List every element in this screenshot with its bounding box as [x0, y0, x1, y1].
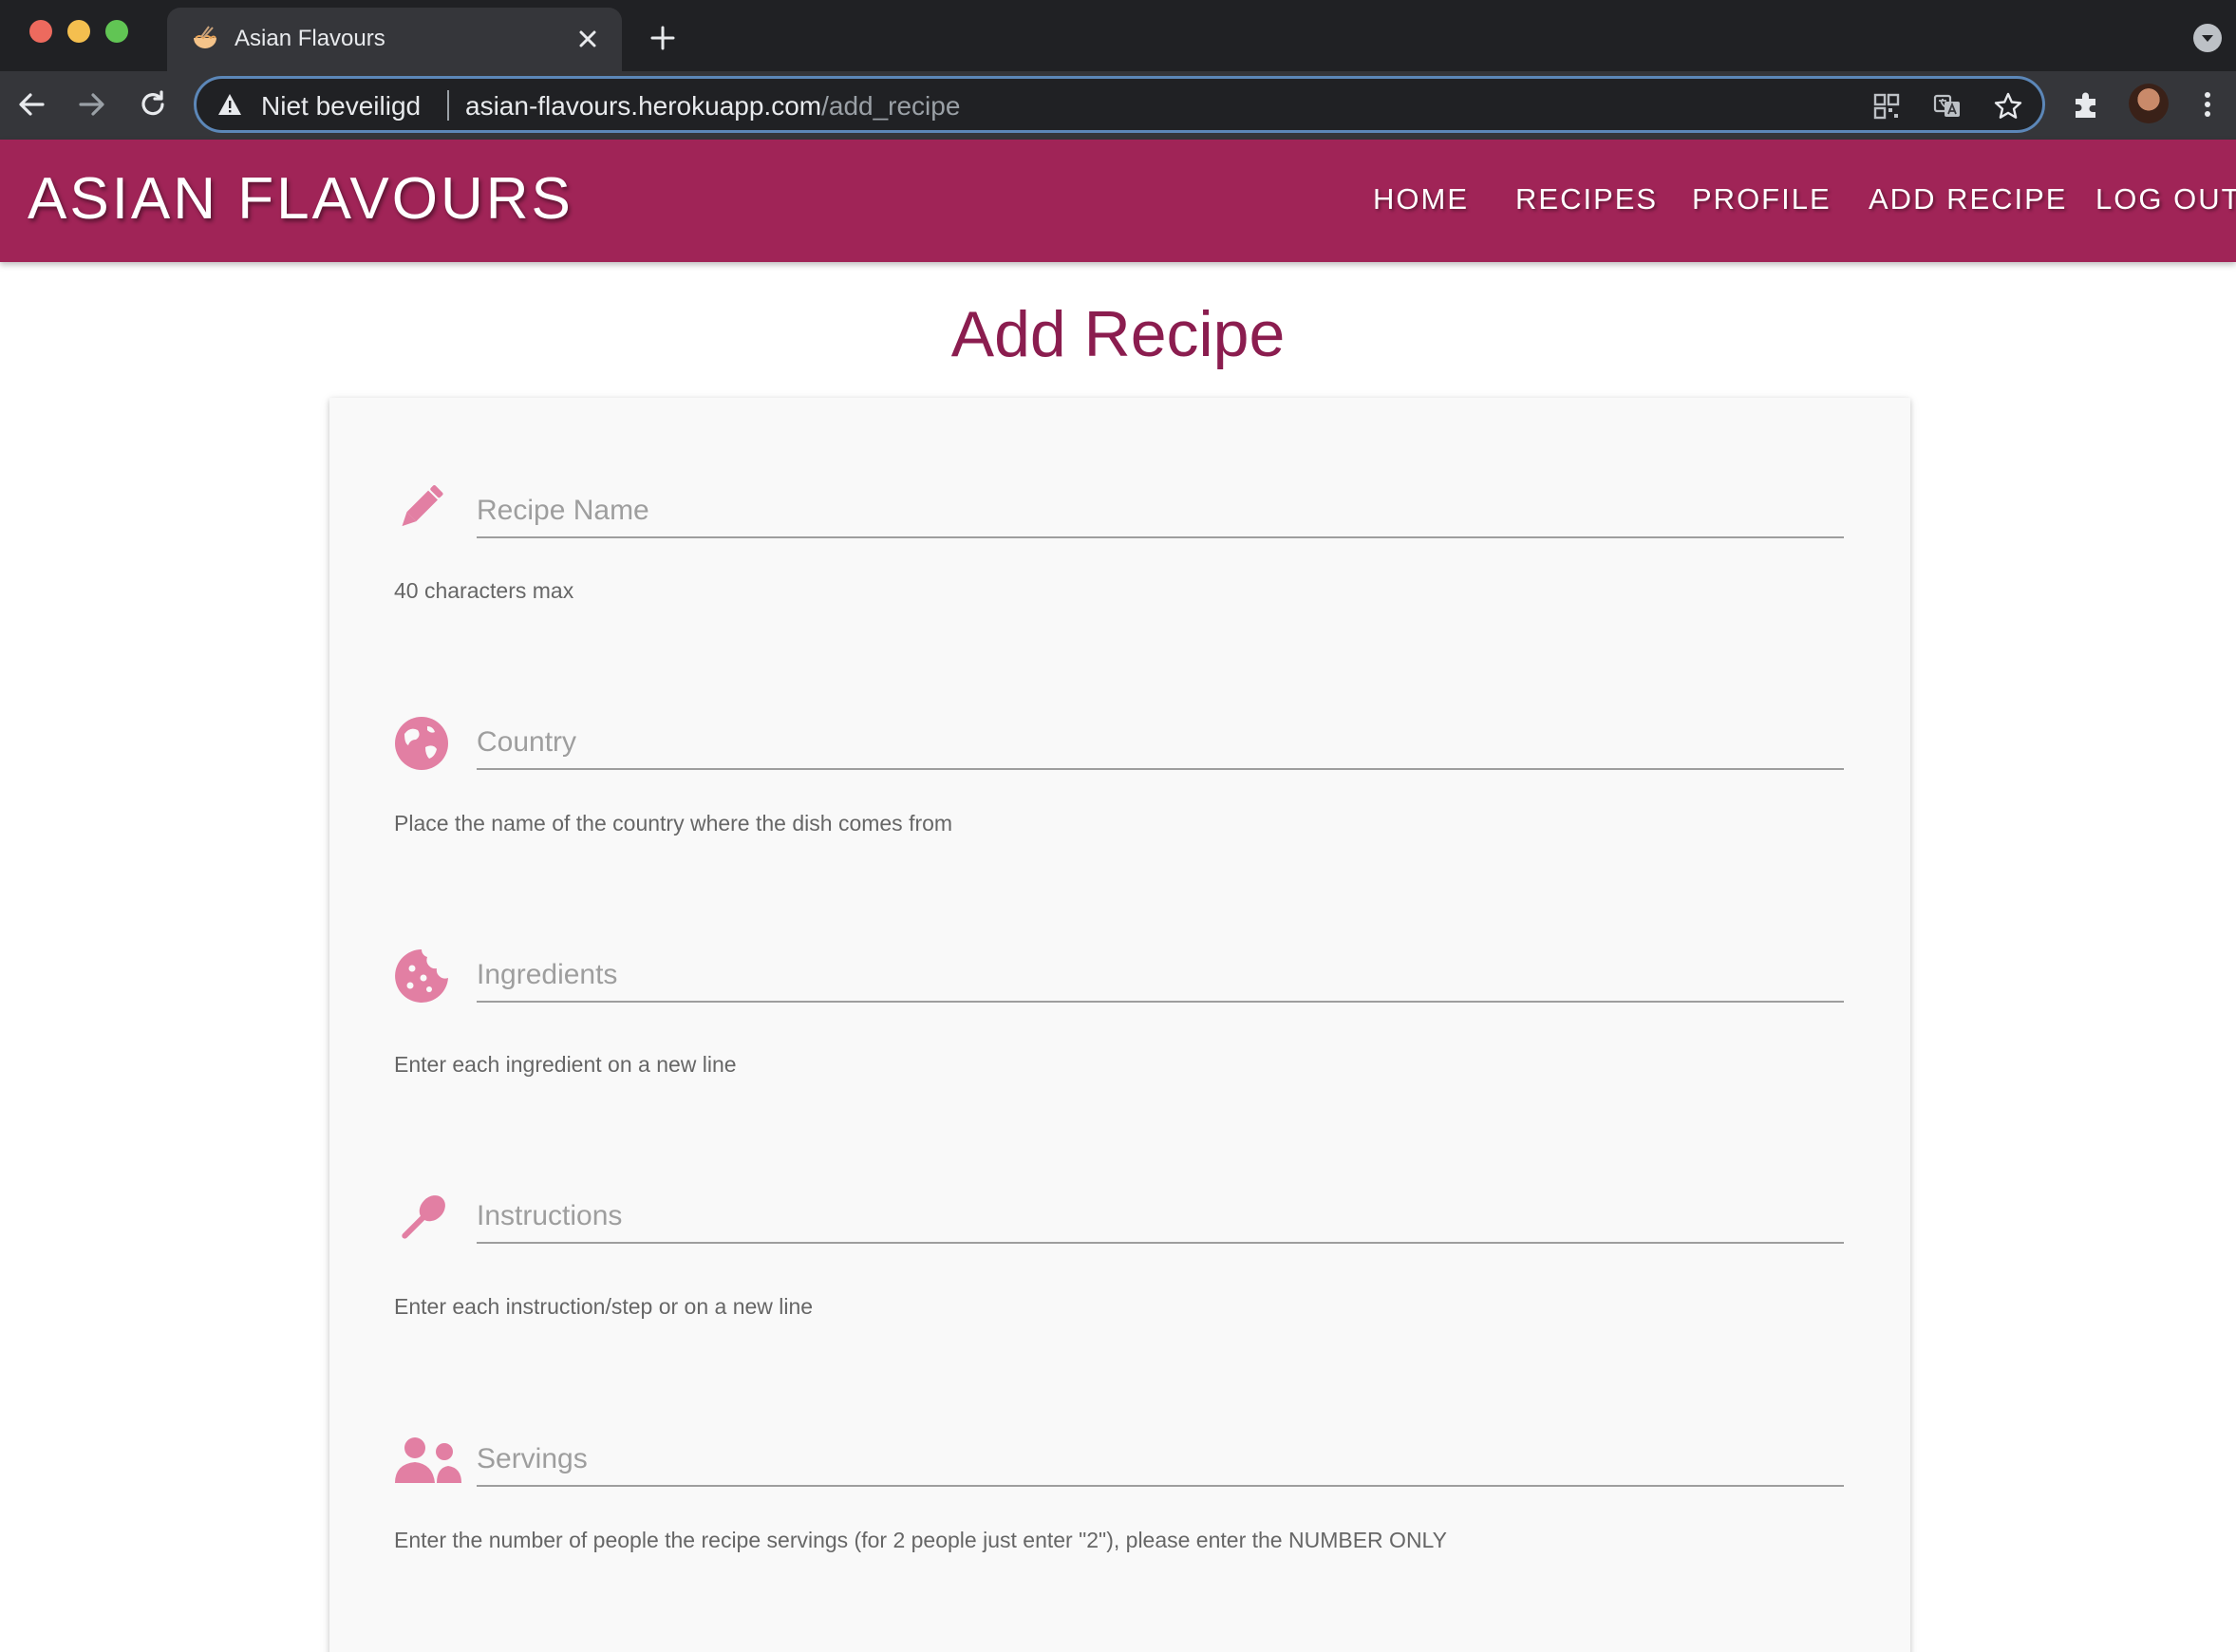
chevron-down-icon	[2202, 35, 2213, 42]
address-separator	[447, 90, 449, 121]
page-title: Add Recipe	[950, 298, 1286, 370]
back-arrow-icon[interactable]	[14, 87, 48, 122]
reload-icon[interactable]	[136, 87, 170, 122]
country-input[interactable]	[477, 717, 1844, 770]
new-tab-icon[interactable]	[649, 25, 676, 51]
minimize-window-button[interactable]	[67, 20, 90, 43]
extensions-puzzle-icon[interactable]	[2070, 87, 2104, 122]
maximize-window-button[interactable]	[105, 20, 128, 43]
warning-icon[interactable]	[217, 93, 242, 116]
close-tab-icon[interactable]	[575, 27, 600, 51]
spoon-icon	[402, 1195, 445, 1239]
users-icon	[395, 1437, 461, 1483]
forward-arrow-icon[interactable]	[75, 87, 109, 122]
nav-link-recipes[interactable]: RECIPES	[1515, 182, 1658, 216]
servings-helper: Enter the number of people the recipe se…	[394, 1528, 1447, 1552]
nav-link-add-recipe[interactable]: ADD RECIPE	[1869, 182, 2067, 216]
globe-icon	[395, 717, 448, 770]
servings-input[interactable]	[477, 1434, 1844, 1487]
address-bar[interactable]: Niet beveiligd asian-flavours.herokuapp.…	[194, 76, 2045, 133]
bookmark-star-icon[interactable]	[1993, 91, 2023, 122]
tab-search-button[interactable]	[2193, 24, 2222, 52]
translate-icon[interactable]	[1932, 91, 1963, 122]
browser-tab-bar: Asian Flavours	[0, 0, 2236, 71]
security-status[interactable]: Niet beveiligd	[261, 91, 421, 122]
site-logo[interactable]: ASIAN FLAVOURS	[28, 165, 573, 233]
tab-title: Asian Flavours	[235, 26, 385, 51]
browser-tab-active[interactable]: Asian Flavours	[167, 8, 622, 71]
site-navbar: ASIAN FLAVOURS HOME RECIPES PROFILE ADD …	[0, 140, 2236, 262]
recipe-name-helper: 40 characters max	[394, 578, 574, 603]
nav-link-home[interactable]: HOME	[1373, 182, 1469, 216]
add-recipe-form: 40 characters max Place the name of the …	[329, 398, 1910, 1652]
more-menu-icon[interactable]	[2190, 87, 2225, 122]
url-host: asian-flavours.herokuapp.com	[465, 91, 822, 121]
instructions-helper: Enter each instruction/step or on a new …	[394, 1294, 814, 1319]
country-helper: Place the name of the country where the …	[394, 811, 953, 835]
url-path: /add_recipe	[821, 91, 961, 121]
cookie-icon	[395, 949, 448, 1003]
url-text[interactable]: asian-flavours.herokuapp.com/add_recipe	[465, 91, 960, 122]
close-window-button[interactable]	[29, 20, 52, 43]
nav-link-logout[interactable]: LOG OUT	[2095, 182, 2236, 216]
profile-avatar[interactable]	[2129, 84, 2169, 123]
instructions-input[interactable]	[477, 1191, 1844, 1244]
pencil-icon	[402, 485, 443, 527]
ingredients-input[interactable]	[477, 949, 1844, 1003]
ingredients-helper: Enter each ingredient on a new line	[394, 1052, 737, 1077]
noodle-bowl-icon	[194, 26, 216, 48]
recipe-name-input[interactable]	[477, 485, 1844, 538]
nav-link-profile[interactable]: PROFILE	[1692, 182, 1832, 216]
qr-code-icon[interactable]	[1871, 91, 1902, 122]
